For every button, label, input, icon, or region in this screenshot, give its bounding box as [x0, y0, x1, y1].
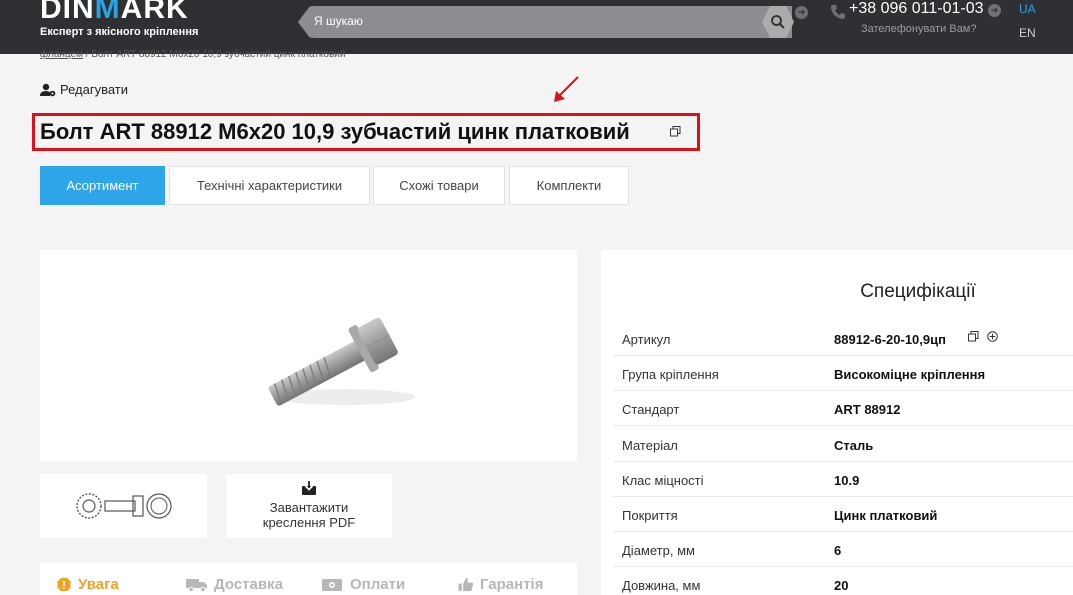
info-tab-payment[interactable]: Оплати: [322, 576, 405, 593]
download-pdf-button[interactable]: Завантажити креслення PDF: [226, 474, 392, 538]
lang-ua[interactable]: UA: [1019, 2, 1036, 16]
copy-icon[interactable]: [968, 331, 979, 342]
callback-link[interactable]: Зателефонувати Вам?: [861, 23, 976, 35]
spec-key: Покриття: [622, 508, 678, 523]
product-image-panel[interactable]: [40, 250, 577, 461]
spec-row-strength-class: Клас міцності 10.9: [613, 462, 1073, 497]
drawing-preview-icon: [76, 493, 172, 519]
spec-row-standard: Стандарт ART 88912: [613, 391, 1073, 426]
info-tab-label: Увага: [78, 576, 119, 593]
lang-en[interactable]: EN: [1019, 26, 1036, 40]
spec-key: Клас міцності: [622, 473, 704, 488]
spec-value: 88912-6-20-10,9цп: [834, 332, 946, 347]
copy-icon[interactable]: [670, 126, 681, 137]
warning-icon: [57, 577, 71, 592]
info-tab-label: Гарантія: [480, 576, 544, 593]
tab-similar[interactable]: Схожі товари: [373, 166, 505, 205]
search-bar: [298, 6, 792, 38]
pdf-label-line2: креслення PDF: [262, 515, 356, 530]
spec-row-group: Група кріплення Високоміцне кріплення: [613, 356, 1073, 391]
info-tab-label: Доставка: [214, 576, 283, 593]
logo-text-right: ARK: [120, 0, 189, 25]
spec-value: 20: [834, 578, 849, 593]
search-icon: [771, 15, 785, 29]
spec-key: Артикул: [622, 332, 671, 347]
info-tab-guarantee[interactable]: Гарантія: [458, 576, 543, 593]
bolt-image: [268, 317, 415, 406]
phone-icon: [831, 5, 845, 19]
info-tab-delivery[interactable]: Доставка: [186, 576, 283, 593]
breadcrumb-current: Болт ART 88912 M6x20 10,9 зубчастий цинк…: [91, 50, 346, 60]
spec-row-article: Артикул 88912-6-20-10,9цп: [613, 321, 1073, 356]
logo[interactable]: DINMARK: [40, 0, 189, 24]
tab-kits[interactable]: Комплекти: [509, 166, 629, 205]
spec-value: Високоміцне кріплення: [834, 367, 986, 382]
specifications-panel: Специфікації Артикул 88912-6-20-10,9цп Г…: [601, 250, 1073, 595]
logo-text-mark: M: [94, 0, 121, 25]
spec-row-length: Довжина, мм 20: [613, 567, 1073, 595]
spec-row-diameter: Діаметр, мм 6: [613, 532, 1073, 567]
drawing-thumbnail[interactable]: [40, 474, 207, 538]
payment-icon: [322, 579, 342, 591]
edit-link[interactable]: Редагувати: [40, 82, 128, 97]
pdf-label-line1: Завантажити: [269, 500, 349, 515]
edit-label: Редагувати: [60, 82, 129, 97]
spec-value: 6: [834, 543, 842, 558]
breadcrumb-separator: /: [85, 50, 89, 60]
spec-key: Матеріал: [622, 438, 678, 453]
info-tabs: Увага Доставка Оплати Гарантія: [40, 563, 577, 595]
spec-row-material: Матеріал Сталь: [613, 427, 1073, 462]
info-tab-warning[interactable]: Увага: [56, 576, 119, 593]
spec-row-coating: Покриття Цинк платковий: [613, 497, 1073, 532]
page-title: Болт ART 88912 M6x20 10,9 зубчастий цинк…: [40, 119, 630, 144]
download-icon: [302, 481, 316, 495]
tab-assortment[interactable]: Асортимент: [40, 166, 165, 205]
spec-value: Сталь: [834, 438, 874, 453]
user-edit-icon: [40, 83, 56, 96]
spec-title: Специфікації: [860, 281, 976, 302]
search-arrow-icon[interactable]: ➔: [795, 6, 808, 19]
site-header: DINMARK Експерт з якісного кріплення ➔ +…: [0, 0, 1073, 54]
spec-key: Діаметр, мм: [622, 543, 695, 558]
thumbs-up-icon: [458, 577, 474, 592]
logo-text-left: DIN: [40, 0, 95, 25]
spec-key: Довжина, мм: [622, 578, 701, 593]
logo-tagline: Експерт з якісного кріплення: [40, 26, 199, 38]
phone-number[interactable]: +38 096 011-01-03: [849, 0, 983, 18]
spec-value: Цинк платковий: [834, 508, 938, 523]
spec-key: Стандарт: [622, 402, 680, 417]
annotation-arrow-icon: [554, 76, 579, 102]
tab-specifications[interactable]: Технічні характеристики: [169, 166, 370, 205]
spec-key: Група кріплення: [622, 367, 719, 382]
spec-value: 10.9: [834, 473, 860, 488]
plus-circle-icon[interactable]: [987, 331, 998, 342]
search-input[interactable]: [314, 14, 734, 28]
info-tab-label: Оплати: [350, 576, 406, 593]
spec-value: ART 88912: [834, 402, 901, 417]
truck-icon: [186, 579, 207, 592]
phone-arrow-icon[interactable]: ➔: [988, 4, 1001, 17]
breadcrumb-link[interactable]: фланцем: [40, 50, 83, 60]
breadcrumb: фланцем / Болт ART 88912 M6x20 10,9 зубч…: [40, 50, 345, 60]
